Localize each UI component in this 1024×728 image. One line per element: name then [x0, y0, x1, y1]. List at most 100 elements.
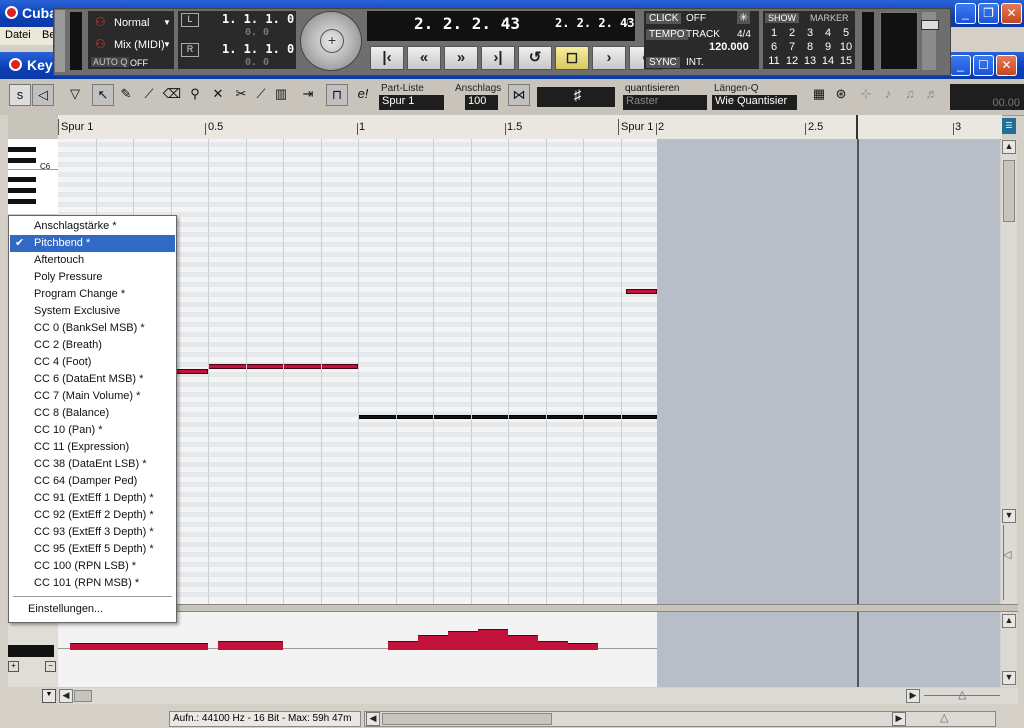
controller-event[interactable] — [70, 643, 208, 650]
fast-forward-button[interactable]: » — [444, 46, 478, 70]
playhead-marker[interactable] — [856, 115, 858, 139]
marker-button[interactable]: 11 — [766, 55, 782, 67]
lane-value-field[interactable] — [8, 645, 54, 657]
marker-button[interactable]: 3 — [802, 27, 818, 39]
menu-item[interactable]: CC 11 (Expression) — [10, 439, 175, 456]
marker-button[interactable]: 12 — [784, 55, 800, 67]
menu-item[interactable]: Aftertouch — [10, 252, 175, 269]
menu-item[interactable]: CC 101 (RPN MSB) * — [10, 575, 175, 592]
menu-item[interactable]: Poly Pressure — [10, 269, 175, 286]
ruler-options-button[interactable]: ☰ — [1002, 118, 1016, 134]
project-zoom-handle[interactable]: △ — [940, 711, 948, 724]
midi-note[interactable] — [173, 369, 208, 374]
note-off-button[interactable]: ♫ — [899, 84, 921, 106]
controller-event[interactable] — [418, 635, 448, 650]
split-tool[interactable]: ✂ — [230, 84, 252, 106]
main-close-button[interactable]: ✕ — [1001, 3, 1022, 24]
glue-tool[interactable]: ⟋ — [250, 84, 272, 106]
menu-item[interactable]: CC 0 (BankSel MSB) * — [10, 320, 175, 337]
editor-minimize-button[interactable]: _ — [950, 55, 971, 76]
right-locator-display[interactable]: 1. 1. 1. 0 — [222, 42, 294, 56]
menu-item[interactable]: CC 64 (Damper Ped) — [10, 473, 175, 490]
object-selection-tool[interactable]: ↖ — [92, 84, 114, 106]
marker-button[interactable]: 6 — [766, 41, 782, 53]
controller-lane[interactable] — [58, 612, 1000, 687]
step-input-button[interactable]: ▦ — [808, 84, 830, 106]
right-locator-icon[interactable]: R — [181, 43, 199, 57]
remove-lane-button[interactable]: − — [45, 661, 56, 672]
cycle-button[interactable]: ↺ — [518, 46, 552, 70]
tempo-value[interactable]: 120.000 — [709, 41, 749, 53]
draw-tool[interactable]: ✎ — [115, 84, 137, 106]
menu-item[interactable]: CC 10 (Pan) * — [10, 422, 175, 439]
lane-menu-button[interactable]: ▼ — [42, 689, 56, 703]
zoom-tool[interactable]: ⚲ — [184, 84, 206, 106]
marker-button[interactable]: 2 — [784, 27, 800, 39]
marker-button[interactable]: 10 — [838, 41, 854, 53]
horizontal-scroll-thumb[interactable] — [74, 690, 92, 702]
move-insert-button[interactable]: ⊹ — [855, 84, 877, 106]
acoustic-feedback-button[interactable]: ◁ — [32, 84, 54, 106]
menu-item[interactable]: CC 6 (DataEnt MSB) * — [10, 371, 175, 388]
secondary-position-display[interactable]: 2. 2. 2. 43 — [555, 16, 634, 30]
sync-button[interactable]: SYNC — [646, 57, 680, 68]
record-mode-select[interactable]: Normal — [114, 17, 149, 29]
autoq-button[interactable]: AUTO Q — [91, 57, 130, 67]
scroll-up-button[interactable]: ▲ — [1002, 140, 1016, 154]
horizontal-zoom-handle[interactable]: △ — [958, 688, 966, 701]
midi-note[interactable] — [626, 289, 657, 294]
solo-editor-button[interactable]: s — [9, 84, 31, 106]
velocity-input-button[interactable]: ♬ — [921, 84, 943, 106]
marker-button[interactable]: 15 — [838, 55, 854, 67]
menu-item[interactable]: CC 2 (Breath) — [10, 337, 175, 354]
vertical-zoom-slider[interactable] — [1003, 525, 1016, 600]
project-scroll-right-button[interactable]: ▶ — [892, 712, 906, 726]
snap-button[interactable]: ⋈ — [508, 84, 530, 106]
note-grid[interactable] — [58, 139, 1000, 604]
go-to-end-button[interactable]: ›| — [481, 46, 515, 70]
left-locator-icon[interactable]: L — [181, 13, 199, 27]
click-button[interactable]: CLICK — [646, 13, 682, 24]
grid-type-select[interactable]: ♯ — [537, 87, 615, 107]
controller-event[interactable] — [448, 631, 478, 650]
marker-button[interactable]: 8 — [802, 41, 818, 53]
menu-item[interactable]: CC 8 (Balance) — [10, 405, 175, 422]
show-marker-button[interactable]: SHOW — [765, 13, 799, 23]
menu-item[interactable]: CC 7 (Main Volume) * — [10, 388, 175, 405]
menu-item[interactable]: CC 92 (ExtEff 2 Depth) * — [10, 507, 175, 524]
show-info-button[interactable]: ▽ — [64, 84, 86, 106]
editor-maximize-button[interactable]: ☐ — [973, 55, 994, 76]
mute-tool[interactable]: ✕ — [207, 84, 229, 106]
project-scroll-thumb[interactable] — [382, 713, 552, 725]
controller-event[interactable] — [218, 641, 283, 650]
line-tool[interactable]: ⟋ — [138, 84, 160, 106]
time-signature[interactable]: 4/4 — [737, 29, 751, 40]
left-locator-display[interactable]: 1. 1. 1. 0 — [222, 12, 294, 26]
menu-item[interactable]: System Exclusive — [10, 303, 175, 320]
vertical-zoom-handle[interactable]: ◁ — [1003, 548, 1011, 561]
menu-item[interactable]: Program Change * — [10, 286, 175, 303]
main-minimize-button[interactable]: _ — [955, 3, 976, 24]
menu-item[interactable]: CC 4 (Foot) — [10, 354, 175, 371]
marker-button[interactable]: 13 — [802, 55, 818, 67]
marker-button[interactable]: 14 — [820, 55, 836, 67]
lane-scroll-up-button[interactable]: ▲ — [1002, 614, 1016, 628]
add-lane-button[interactable]: + — [8, 661, 19, 672]
marker-button[interactable]: 9 — [820, 41, 836, 53]
timeline-ruler[interactable]: Spur 1 Spur 1 0.5 1 1.5 2 2.5 3 — [58, 115, 1002, 140]
transport-grip[interactable] — [55, 10, 65, 72]
scroll-right-button[interactable]: ▶ — [906, 689, 920, 703]
marker-button[interactable]: 5 — [838, 27, 854, 39]
tempo-button[interactable]: TEMPO — [646, 29, 688, 40]
lane-splitter[interactable] — [58, 604, 1018, 612]
controller-event[interactable] — [538, 641, 568, 650]
part-borders-button[interactable]: ⊓ — [326, 84, 348, 106]
menu-item[interactable]: ✔ Pitchbend * — [10, 235, 175, 252]
master-fader-handle[interactable] — [921, 20, 939, 30]
main-restore-button[interactable]: ❐ — [978, 3, 999, 24]
stop-button[interactable]: ◻ — [555, 46, 589, 70]
marker-button[interactable]: 7 — [784, 41, 800, 53]
menu-item[interactable]: Anschlagstärke * — [10, 218, 175, 235]
erase-tool[interactable]: ⌫ — [161, 84, 183, 106]
menu-item-settings[interactable]: Einstellungen... — [10, 601, 175, 618]
